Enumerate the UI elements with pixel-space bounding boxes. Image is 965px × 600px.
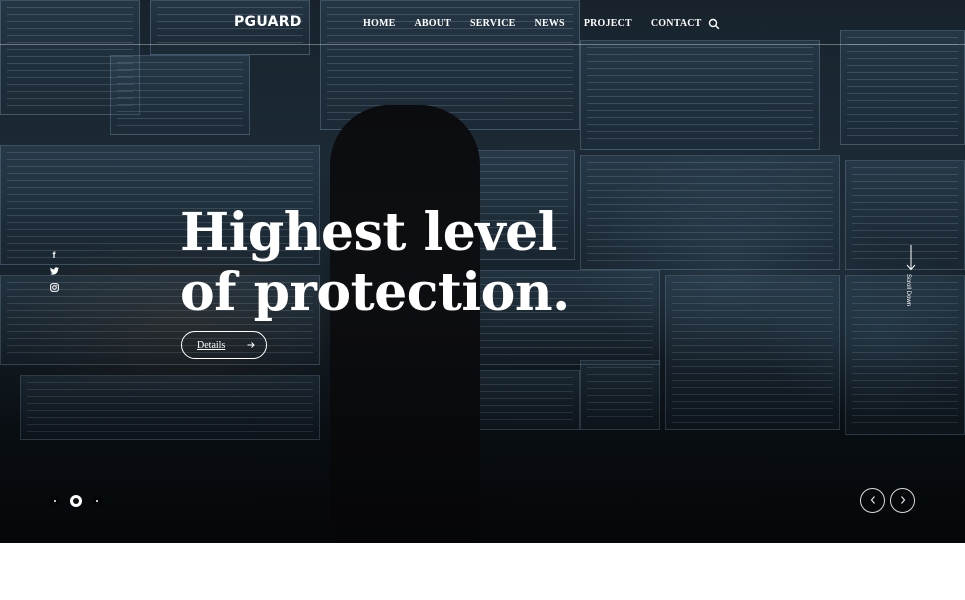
facebook-icon[interactable]: f (49, 250, 59, 260)
slider-next-button[interactable] (890, 488, 915, 513)
site-header: PGUARD HOME ABOUT SERVICE NEWS PROJECT C… (0, 0, 965, 45)
nav-item-home[interactable]: HOME (363, 18, 395, 29)
nav-item-service[interactable]: SERVICE (470, 18, 516, 29)
hero-title-line-1: Highest level (180, 202, 557, 263)
site-logo[interactable]: PGUARD (234, 14, 302, 30)
main-nav: HOME ABOUT SERVICE NEWS PROJECT CONTACT (363, 18, 702, 29)
slide-dot-3[interactable] (92, 496, 102, 506)
scroll-down-label: Scroll Down (905, 274, 911, 307)
nav-item-project[interactable]: PROJECT (584, 18, 632, 29)
slider-pagination (50, 495, 102, 507)
chevron-left-icon (869, 492, 877, 510)
slide-dot-1[interactable] (50, 496, 60, 506)
instagram-icon[interactable] (49, 282, 59, 292)
nav-item-about[interactable]: ABOUT (414, 18, 451, 29)
hero-title: Highest level of protection. (180, 203, 570, 323)
nav-item-contact[interactable]: CONTACT (651, 18, 702, 29)
social-links: f (48, 250, 60, 292)
slide-dot-2[interactable] (70, 495, 82, 507)
details-button-label: Details (197, 339, 226, 351)
search-icon[interactable] (708, 17, 720, 30)
chevron-right-icon (899, 492, 907, 510)
hero-title-line-2: of protection. (180, 262, 570, 323)
twitter-icon[interactable] (49, 266, 59, 276)
arrow-right-icon (246, 340, 256, 350)
nav-item-news[interactable]: NEWS (535, 18, 565, 29)
details-button[interactable]: Details (181, 331, 267, 359)
slider-prev-button[interactable] (860, 488, 885, 513)
